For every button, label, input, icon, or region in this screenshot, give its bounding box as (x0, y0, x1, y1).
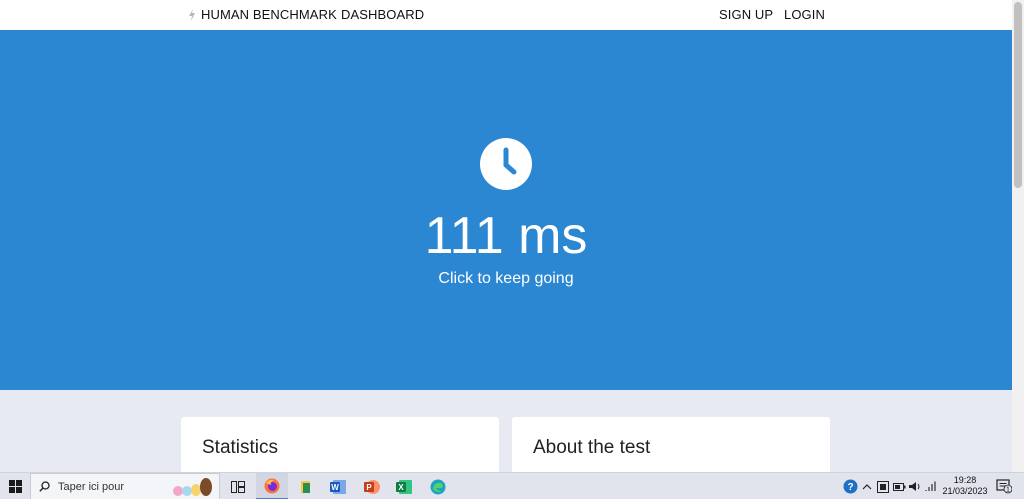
taskbar-word[interactable]: W (322, 473, 354, 499)
file-explorer-icon (301, 480, 310, 493)
clock-icon (480, 138, 532, 190)
windows-icon (8, 480, 22, 493)
wifi-icon (925, 481, 936, 491)
powerpoint-icon: P (364, 479, 380, 494)
top-nav: HUMAN BENCHMARK DASHBOARD SIGN UP LOGIN (0, 0, 1012, 30)
page-scrollbar[interactable] (1012, 0, 1024, 472)
start-button[interactable] (0, 473, 30, 499)
speaker-icon (908, 482, 919, 491)
task-view-button[interactable] (222, 473, 254, 499)
search-placeholder: Taper ici pour (58, 480, 125, 493)
taskbar-clock[interactable]: 19:28 21/03/2023 (938, 475, 992, 497)
battery-tray[interactable] (892, 473, 906, 499)
firefox-icon (264, 478, 280, 493)
keep-going-text: Click to keep going (438, 270, 574, 287)
clock-time: 19:28 (953, 475, 977, 485)
chevron-up-icon (862, 483, 872, 489)
statistics-title: Statistics (202, 437, 279, 458)
taskbar-firefox[interactable] (256, 473, 288, 499)
taskbar-edge[interactable] (422, 473, 454, 499)
edge-icon (430, 479, 446, 494)
notification-icon[interactable]: 1 (996, 478, 1012, 494)
nav-signup-link[interactable]: SIGN UP (719, 7, 773, 22)
clock-date: 21/03/2023 (942, 486, 988, 496)
svg-text:W: W (331, 483, 339, 492)
excel-icon: X (396, 479, 412, 494)
lightning-bolt-icon (189, 9, 195, 21)
help-tray[interactable]: ? (842, 473, 858, 499)
svg-text:X: X (398, 483, 404, 492)
about-title: About the test (533, 437, 651, 458)
taskbar: Taper ici pour W P X ? 19:28 21/03/2023 … (0, 472, 1024, 499)
taskbar-file-explorer[interactable] (290, 473, 322, 499)
battery-icon (892, 482, 905, 491)
result-time: 111 ms (424, 207, 588, 265)
taskbar-excel[interactable]: X (388, 473, 420, 499)
nav-login-link[interactable]: LOGIN (784, 7, 825, 22)
test-area[interactable]: 111 ms Click to keep going (0, 30, 1012, 390)
task-view-icon (231, 480, 245, 493)
help-icon: ? (843, 479, 857, 494)
tray-app[interactable] (876, 473, 890, 499)
search-icon (39, 481, 50, 492)
show-hidden-icons[interactable] (860, 473, 874, 499)
nav-dashboard-link[interactable]: DASHBOARD (341, 7, 424, 22)
nav-brand-link[interactable]: HUMAN BENCHMARK (201, 7, 337, 22)
volume-tray[interactable] (908, 473, 922, 499)
svg-text:P: P (366, 483, 372, 492)
taskbar-powerpoint[interactable]: P (356, 473, 388, 499)
easter-eggs-icon (173, 478, 212, 496)
word-icon: W (330, 479, 346, 494)
notification-count: 1 (1006, 487, 1010, 494)
svg-text:?: ? (847, 482, 853, 493)
network-tray[interactable] (924, 473, 938, 499)
scrollbar-thumb[interactable] (1014, 2, 1022, 188)
tray-app-icon (877, 480, 889, 493)
